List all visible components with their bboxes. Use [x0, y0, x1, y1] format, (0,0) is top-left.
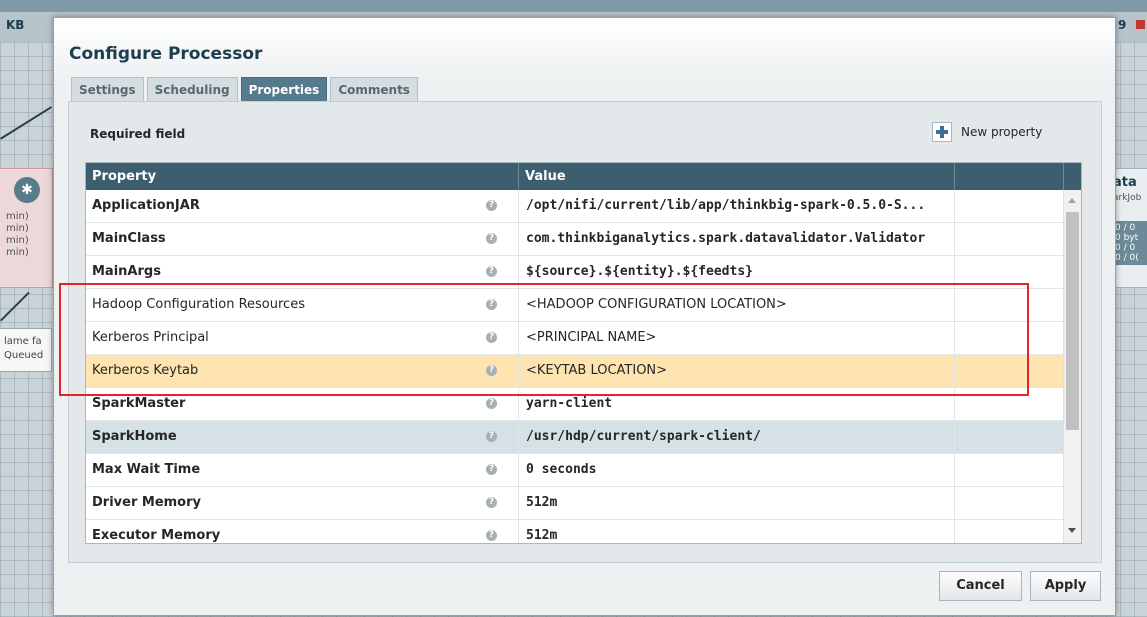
property-value[interactable]: 0 seconds: [526, 454, 954, 486]
configure-processor-dialog: Configure Processor Settings Scheduling …: [53, 17, 1116, 616]
processor-logo-icon: ✱: [14, 177, 40, 203]
table-row[interactable]: Kerberos Principal ? <PRINCIPAL NAME>: [86, 322, 1064, 355]
dialog-title: Configure Processor: [69, 44, 263, 64]
column-header-actions: [955, 163, 1064, 190]
canvas-top-bar: [0, 0, 1147, 12]
table-body: ApplicationJAR ? /opt/nifi/current/lib/a…: [86, 190, 1064, 543]
connection-label-line: Queued: [4, 350, 44, 361]
table-row[interactable]: Max Wait Time ? 0 seconds: [86, 454, 1064, 487]
processor-stat-line: 0 / 0: [1115, 223, 1136, 233]
table-row[interactable]: Hadoop Configuration Resources ? <HADOOP…: [86, 289, 1064, 322]
property-value[interactable]: 512m: [526, 487, 954, 519]
property-value[interactable]: /opt/nifi/current/lib/app/thinkbig-spark…: [526, 190, 954, 222]
tab-properties[interactable]: Properties: [240, 77, 328, 101]
property-name: Kerberos Keytab: [92, 363, 199, 378]
table-row[interactable]: MainArgs ? ${source}.${entity}.${feedts}: [86, 256, 1064, 289]
plus-icon[interactable]: [932, 122, 952, 142]
cancel-button[interactable]: Cancel: [939, 571, 1022, 601]
new-property-button[interactable]: New property: [932, 122, 1042, 142]
scroll-down-arrow-icon[interactable]: [1068, 528, 1076, 533]
properties-table: Property Value ApplicationJAR ? /opt/nif…: [85, 162, 1082, 544]
table-row-hover[interactable]: SparkHome ? /usr/hdp/current/spark-clien…: [86, 421, 1064, 454]
help-icon[interactable]: ?: [486, 365, 497, 376]
property-name: Executor Memory: [92, 528, 221, 543]
help-icon[interactable]: ?: [486, 398, 497, 409]
background-alert-icon: [1136, 20, 1145, 29]
help-icon[interactable]: ?: [486, 332, 497, 343]
background-connection-line: [0, 291, 30, 322]
column-header-property[interactable]: Property: [86, 163, 519, 190]
property-value[interactable]: 512m: [526, 520, 954, 543]
table-row[interactable]: ApplicationJAR ? /opt/nifi/current/lib/a…: [86, 190, 1064, 223]
tab-scheduling[interactable]: Scheduling: [146, 77, 238, 101]
background-connection-label: lame fa Queued: [0, 328, 52, 372]
property-name: SparkMaster: [92, 396, 186, 411]
processor-stats: 0 / 0 0 byt 0 / 0 0 / 0(: [1113, 221, 1147, 265]
table-row[interactable]: MainClass ? com.thinkbiganalytics.spark.…: [86, 223, 1064, 256]
background-connection-line: [0, 106, 52, 140]
property-value[interactable]: com.thinkbiganalytics.spark.datavalidato…: [526, 223, 954, 255]
background-processor-left: ✱ min) min) min) min): [0, 168, 53, 288]
table-row[interactable]: Driver Memory ? 512m: [86, 487, 1064, 520]
help-icon[interactable]: ?: [486, 497, 497, 508]
tab-comments[interactable]: Comments: [330, 77, 418, 101]
property-value[interactable]: <PRINCIPAL NAME>: [526, 322, 954, 354]
tab-bar: Settings Scheduling Properties Comments: [71, 77, 418, 101]
scroll-up-arrow-icon[interactable]: [1068, 198, 1076, 203]
table-header: Property Value: [86, 163, 1081, 190]
property-name: SparkHome: [92, 429, 177, 444]
processor-stats: min) min) min) min): [6, 211, 29, 259]
property-name: ApplicationJAR: [92, 198, 200, 213]
property-value[interactable]: /usr/hdp/current/spark-client/: [526, 421, 954, 453]
property-name: MainArgs: [92, 264, 161, 279]
tab-settings[interactable]: Settings: [71, 77, 144, 101]
processor-stat-line: 0 / 0(: [1115, 253, 1139, 263]
column-header-value[interactable]: Value: [519, 163, 955, 190]
background-status-count: 9: [1118, 18, 1127, 32]
property-name: Driver Memory: [92, 495, 202, 510]
help-icon[interactable]: ?: [486, 431, 497, 442]
help-icon[interactable]: ?: [486, 530, 497, 541]
processor-stat-line: 0 byt: [1115, 233, 1139, 243]
property-name: MainClass: [92, 231, 166, 246]
property-value[interactable]: <HADOOP CONFIGURATION LOCATION>: [526, 289, 954, 321]
table-row[interactable]: Executor Memory ? 512m: [86, 520, 1064, 543]
background-status-label: KB: [6, 18, 25, 32]
property-name: Hadoop Configuration Resources: [92, 297, 305, 312]
apply-button[interactable]: Apply: [1030, 571, 1101, 601]
processor-stat-line: min): [6, 211, 29, 222]
property-name: Kerberos Principal: [92, 330, 209, 345]
property-value[interactable]: <KEYTAB LOCATION>: [526, 355, 954, 387]
processor-stat-line: min): [6, 223, 29, 234]
property-value[interactable]: ${source}.${entity}.${feedts}: [526, 256, 954, 288]
connection-label-line: lame fa: [4, 336, 42, 347]
table-scrollbar[interactable]: [1063, 190, 1081, 543]
scroll-thumb[interactable]: [1066, 212, 1079, 430]
processor-stat-line: 0 / 0: [1115, 243, 1136, 253]
processor-stat-line: min): [6, 247, 29, 258]
property-value[interactable]: yarn-client: [526, 388, 954, 420]
table-row-selected[interactable]: Kerberos Keytab ? <KEYTAB LOCATION>: [86, 355, 1064, 388]
help-icon[interactable]: ?: [486, 266, 497, 277]
table-row[interactable]: SparkMaster ? yarn-client: [86, 388, 1064, 421]
new-property-label[interactable]: New property: [961, 125, 1042, 139]
properties-panel: Required field New property Property Val…: [68, 101, 1102, 563]
processor-type: arkJob: [1113, 193, 1142, 203]
processor-title: ata: [1113, 175, 1137, 190]
help-icon[interactable]: ?: [486, 233, 497, 244]
help-icon[interactable]: ?: [486, 200, 497, 211]
processor-stat-line: min): [6, 235, 29, 246]
required-field-legend: Required field: [90, 127, 186, 141]
help-icon[interactable]: ?: [486, 299, 497, 310]
dialog-header: Configure Processor: [54, 18, 1115, 78]
help-icon[interactable]: ?: [486, 464, 497, 475]
property-name: Max Wait Time: [92, 462, 201, 477]
